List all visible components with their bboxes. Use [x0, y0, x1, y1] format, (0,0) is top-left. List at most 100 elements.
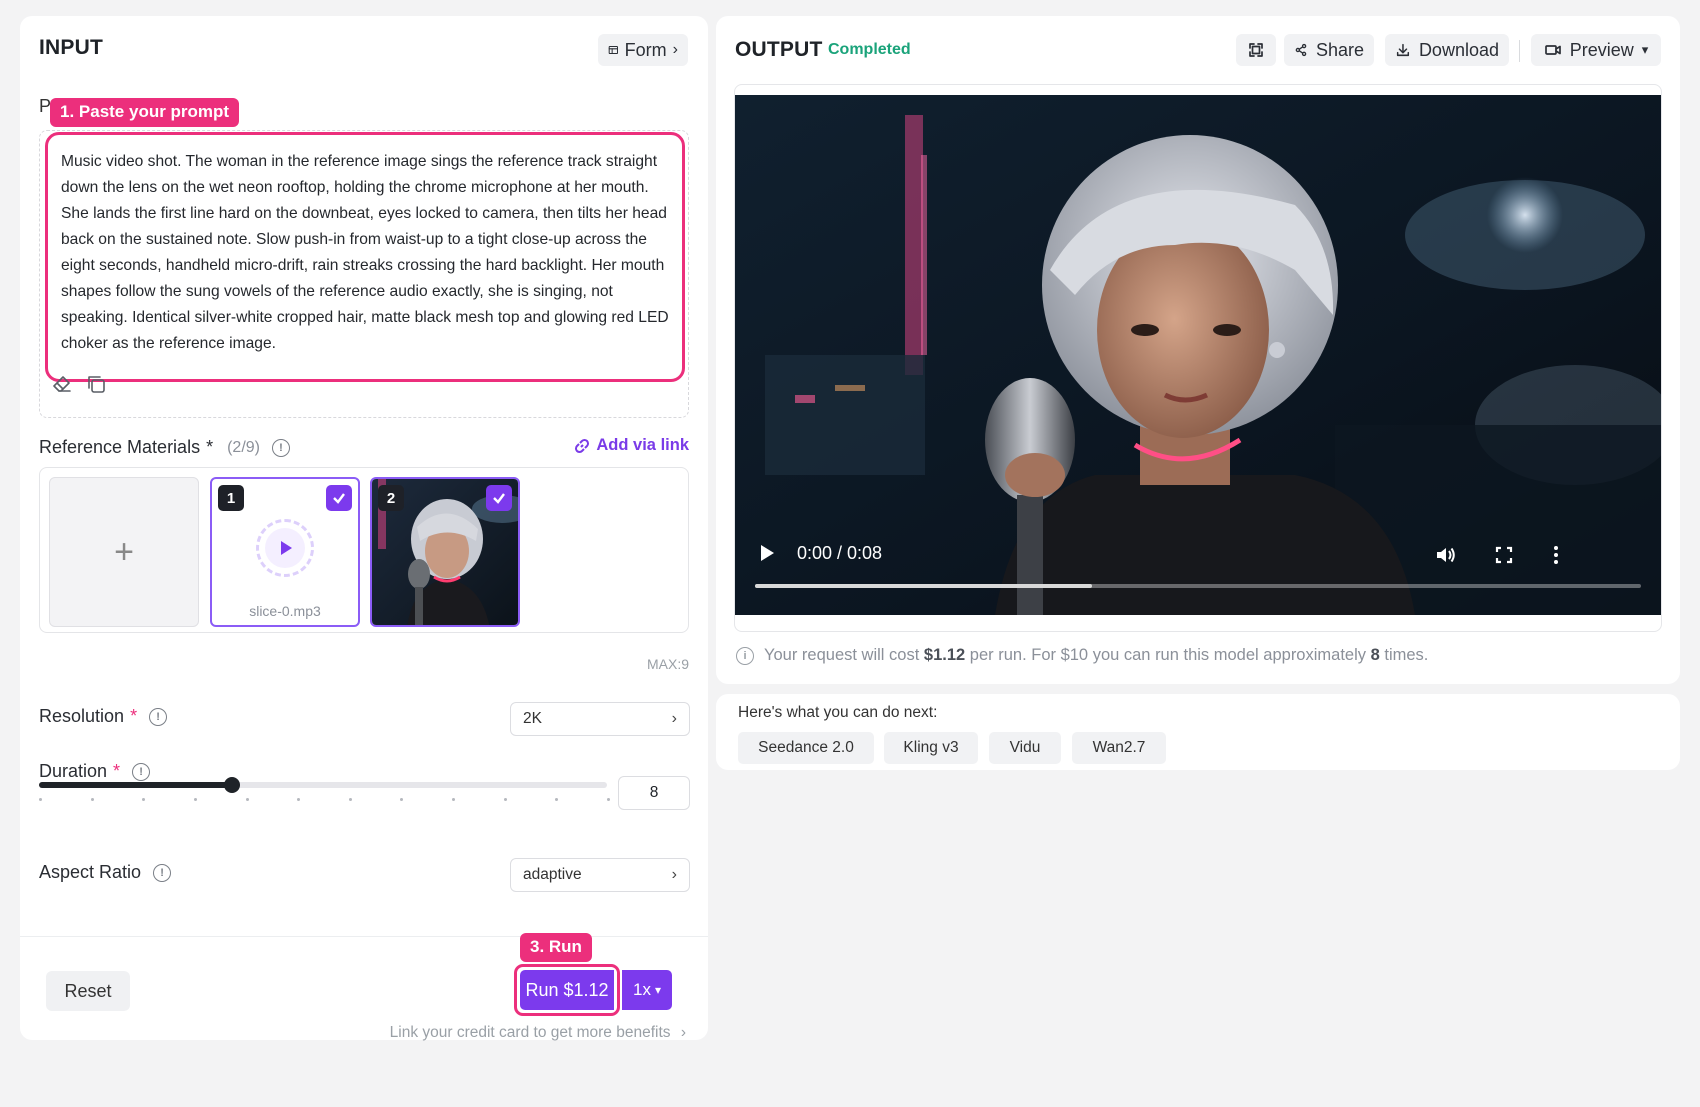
check-icon[interactable]	[326, 485, 352, 511]
cost-text: Your request will cost $1.12 per run. Fo…	[764, 646, 1428, 665]
duration-slider[interactable]	[39, 777, 607, 793]
duration-label: Duration * !	[39, 761, 151, 782]
aspect-ratio-select[interactable]: adaptive ›	[510, 858, 690, 892]
chevron-down-icon: ▾	[1641, 42, 1649, 57]
toolbar-divider	[1519, 40, 1520, 62]
aspect-ratio-label: Aspect Ratio !	[39, 862, 172, 883]
info-icon[interactable]: !	[132, 762, 151, 781]
info-icon[interactable]: !	[272, 438, 290, 457]
slider-tick	[193, 798, 197, 801]
video-player[interactable]: 0:00 / 0:08	[735, 95, 1661, 615]
copy-icon[interactable]	[85, 373, 107, 395]
info-icon[interactable]: !	[149, 707, 168, 726]
credit-card-link-text: Link your credit card to get more benefi…	[389, 1024, 671, 1041]
slider-tick	[348, 798, 352, 801]
video-progress-fill	[755, 584, 1092, 588]
cost-info: i Your request will cost $1.12 per run. …	[736, 646, 1428, 665]
model-chip-kling[interactable]: Kling v3	[884, 732, 978, 764]
share-icon	[1295, 43, 1307, 57]
status-badge: Completed	[828, 41, 911, 58]
aspect-ratio-label-text: Aspect Ratio	[39, 862, 142, 882]
reference-count: (2/9)	[227, 438, 260, 456]
eraser-icon[interactable]	[51, 373, 73, 395]
slider-tick	[297, 798, 301, 801]
next-steps-title: Here's what you can do next:	[738, 704, 938, 721]
link-icon	[575, 438, 590, 453]
aspect-ratio-value: adaptive	[523, 866, 582, 883]
resolution-label: Resolution * !	[39, 706, 168, 727]
preview-label: Preview	[1569, 39, 1634, 60]
fullscreen-icon[interactable]	[1495, 546, 1513, 564]
required-mark: *	[130, 706, 138, 726]
reference-label: Reference Materials * (2/9) !	[39, 437, 290, 458]
chevron-down-icon: ▾	[654, 983, 661, 997]
multiplier-value: 1x	[633, 980, 651, 999]
download-icon	[1396, 43, 1410, 57]
cost-times: 8	[1370, 646, 1380, 664]
share-label: Share	[1315, 39, 1364, 60]
slider-tick	[90, 798, 94, 801]
reference-image-tile[interactable]: 2	[370, 477, 520, 627]
add-reference-tile[interactable]: +	[49, 477, 199, 627]
more-options-icon[interactable]	[1553, 545, 1559, 565]
input-panel: INPUT Form › P Music video shot. The wom…	[20, 16, 708, 1042]
reference-number-badge: 1	[218, 485, 244, 511]
chevron-right-icon: ›	[680, 1024, 686, 1041]
play-icon[interactable]	[757, 543, 777, 563]
video-progress-bar[interactable]	[755, 584, 1641, 588]
download-label: Download	[1418, 39, 1499, 60]
slider-tick	[452, 798, 456, 801]
video-frame-image	[735, 95, 1661, 615]
credit-card-link[interactable]: Link your credit card to get more benefi…	[390, 1024, 686, 1042]
resolution-select[interactable]: 2K ›	[510, 702, 690, 736]
slider-tick	[39, 798, 42, 801]
duration-label-text: Duration	[39, 761, 108, 781]
output-panel: OUTPUT Completed Share Download Preview …	[716, 16, 1680, 684]
download-button[interactable]: Download	[1385, 34, 1509, 66]
model-chip-vidu[interactable]: Vidu	[989, 732, 1061, 764]
expand-icon	[1249, 43, 1263, 57]
fullscreen-button[interactable]	[1236, 34, 1276, 66]
duration-slider-handle[interactable]	[224, 777, 241, 793]
max-label: MAX:9	[646, 656, 689, 672]
audio-file-name: slice-0.mp3	[249, 603, 321, 619]
form-label: Form	[624, 39, 667, 60]
run-button[interactable]: Run $1.12	[520, 970, 614, 1010]
add-via-link[interactable]: Add via link	[574, 436, 689, 455]
share-button[interactable]: Share	[1284, 34, 1374, 66]
model-chip-seedance[interactable]: Seedance 2.0	[738, 732, 874, 764]
table-icon	[608, 45, 618, 55]
multiplier-dropdown[interactable]: 1x ▾	[622, 970, 672, 1010]
info-icon[interactable]: !	[153, 863, 172, 882]
cost-price: $1.12	[923, 646, 966, 664]
reference-audio-tile[interactable]: 1 slice-0.mp3	[210, 477, 360, 627]
slider-tick	[142, 798, 146, 801]
volume-icon[interactable]	[1435, 545, 1457, 565]
run-step-tag: 3. Run	[520, 933, 592, 962]
slider-tick	[607, 798, 610, 801]
chevron-right-icon: ›	[671, 866, 677, 883]
video-camera-icon	[1544, 45, 1561, 55]
audio-play-button[interactable]	[256, 519, 314, 577]
model-chip-wan[interactable]: Wan2.7	[1072, 732, 1166, 764]
prompt-textarea[interactable]: Music video shot. The woman in the refer…	[45, 132, 685, 382]
output-title: OUTPUT	[735, 38, 823, 61]
slider-tick	[555, 798, 559, 801]
duration-input[interactable]: 8	[618, 776, 690, 810]
preview-dropdown[interactable]: Preview ▾	[1531, 34, 1661, 66]
slider-tick	[245, 798, 249, 801]
reference-label-text: Reference Materials	[39, 437, 201, 457]
input-title: INPUT	[39, 36, 103, 59]
resolution-value: 2K	[523, 710, 542, 727]
required-mark: *	[206, 437, 214, 457]
required-mark: *	[113, 761, 121, 781]
check-icon[interactable]	[486, 485, 512, 511]
form-toggle-button[interactable]: Form ›	[598, 34, 688, 66]
reset-button[interactable]: Reset	[46, 971, 130, 1011]
slider-tick	[400, 798, 404, 801]
resolution-label-text: Resolution	[39, 706, 125, 726]
prompt-step-tag: 1. Paste your prompt	[50, 98, 240, 127]
add-via-link-label: Add via link	[596, 436, 689, 454]
info-icon: i	[736, 646, 754, 665]
cost-mid: per run. For $10 you can run this model …	[969, 646, 1366, 664]
